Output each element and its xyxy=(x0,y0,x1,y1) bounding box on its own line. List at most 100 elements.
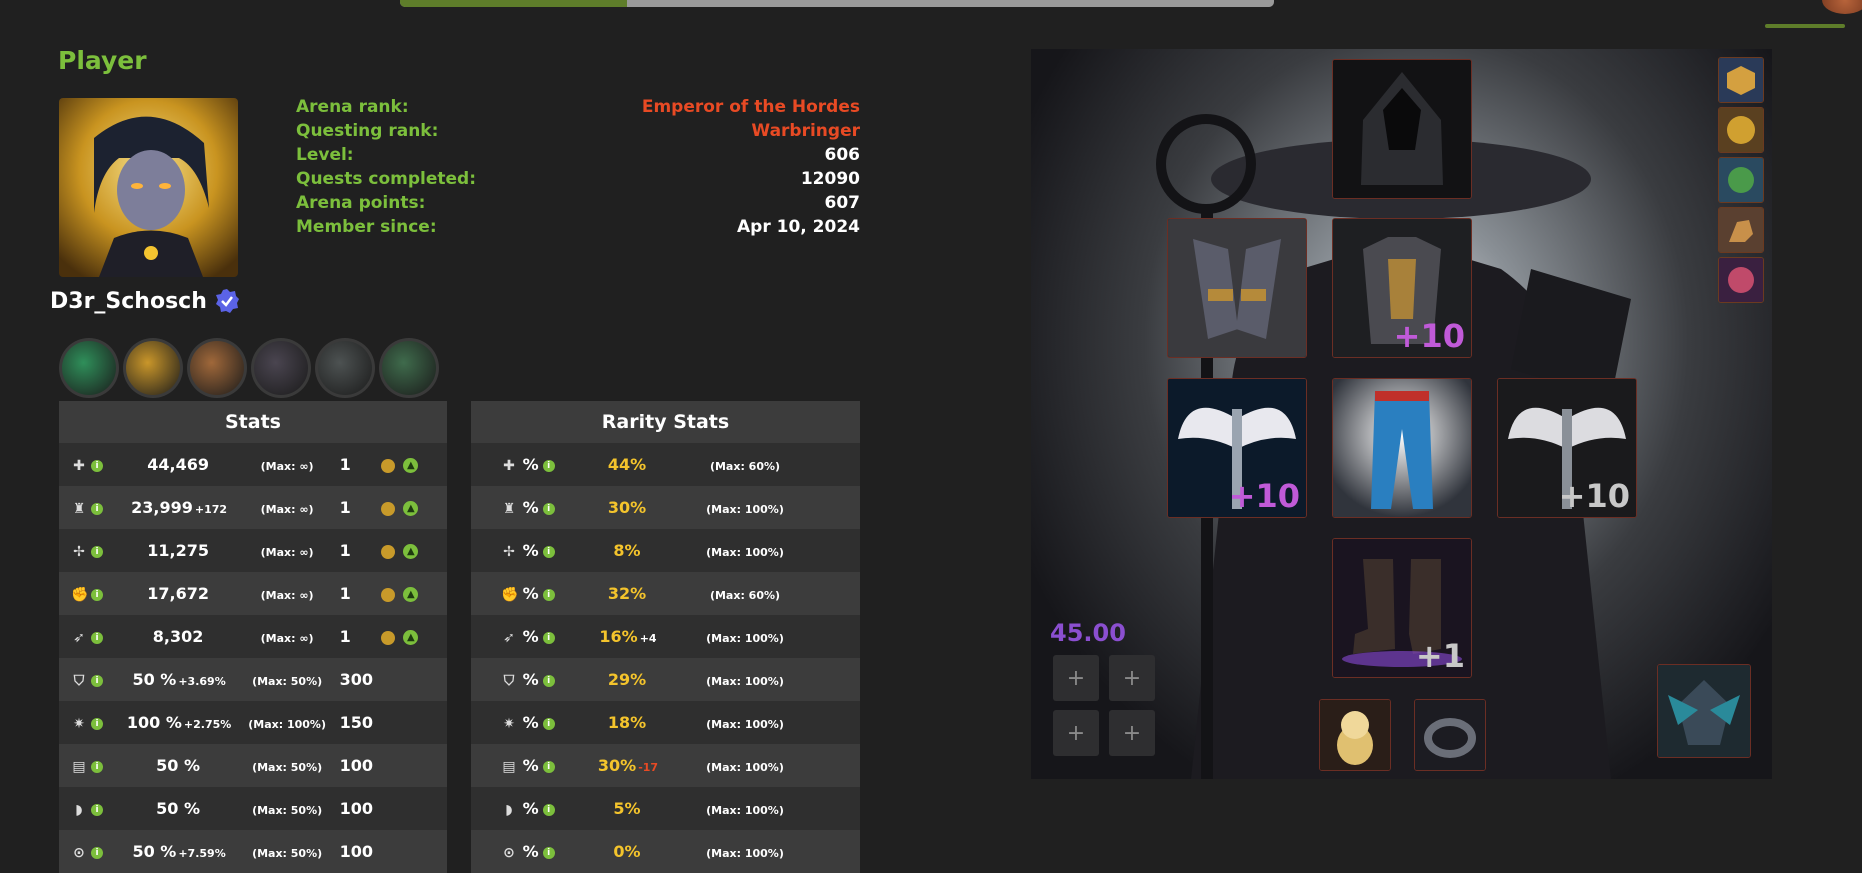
buff-slot-arm[interactable] xyxy=(1718,207,1764,253)
empty-slot-plus-button[interactable]: + xyxy=(1053,710,1099,756)
helmet-icon xyxy=(1333,60,1471,198)
buff-slot-goblin[interactable] xyxy=(1718,157,1764,203)
stat-level: 100 xyxy=(339,799,373,818)
speed-icon: ▤ xyxy=(72,759,86,775)
achievement-badge[interactable] xyxy=(251,338,311,398)
info-value: Emperor of the Hordes xyxy=(641,97,860,117)
empty-slot-plus-button[interactable]: + xyxy=(1053,655,1099,701)
info-icon[interactable]: i xyxy=(542,846,555,859)
plus-icon: + xyxy=(1066,720,1086,746)
rarity-max: (Max: 60%) xyxy=(709,460,781,473)
armor-icon: ♜ xyxy=(72,501,86,517)
achievement-badge[interactable] xyxy=(187,338,247,398)
stat-max: (Max: 50%) xyxy=(252,675,323,688)
beast-icon xyxy=(1719,258,1763,302)
rarity-value: 29% xyxy=(607,670,647,689)
info-icon[interactable]: i xyxy=(91,803,103,816)
info-icon[interactable]: i xyxy=(542,631,555,644)
info-icon[interactable]: i xyxy=(542,459,555,472)
block-icon: ⛉ xyxy=(503,673,515,689)
stats-row: ◗ i 50 % (Max: 50%) 100 xyxy=(59,787,447,830)
upgrade-arrow-icon[interactable]: ▲ xyxy=(403,630,419,645)
percent-sign: % xyxy=(522,799,539,818)
buff-slot-beast[interactable] xyxy=(1718,257,1764,303)
upgrade-arrow-icon[interactable]: ▲ xyxy=(403,587,419,602)
ring-slot[interactable] xyxy=(1414,699,1486,771)
info-icon[interactable]: i xyxy=(91,674,103,687)
info-icon[interactable]: i xyxy=(91,760,103,773)
info-icon[interactable]: i xyxy=(91,545,103,558)
rarity-max: (Max: 100%) xyxy=(706,761,784,774)
info-icon[interactable]: i xyxy=(542,717,555,730)
helmet-slot[interactable] xyxy=(1332,59,1472,199)
stats-table: Stats ✚ i 44,469 (Max: ∞) 1 ▲ ♜ i 23,999 +172 (Max… xyxy=(59,401,447,873)
info-icon[interactable]: i xyxy=(542,545,555,558)
username: D3r_Schosch xyxy=(50,288,207,314)
info-icon[interactable]: i xyxy=(91,631,103,644)
stats-row: ✚ i 44,469 (Max: ∞) 1 ▲ xyxy=(59,443,447,486)
left-weapon-slot[interactable]: +10 xyxy=(1167,378,1307,518)
info-row-level: Level: 606 xyxy=(296,145,860,169)
buff-slot-skull[interactable] xyxy=(1718,107,1764,153)
info-icon[interactable]: i xyxy=(542,502,555,515)
upgrade-arrow-icon[interactable]: ▲ xyxy=(403,544,419,559)
info-icon[interactable]: i xyxy=(542,760,555,773)
achievement-badge[interactable] xyxy=(315,338,375,398)
achievement-badge-icon xyxy=(254,341,308,395)
strength-icon: ✊ xyxy=(71,587,89,603)
boots-slot[interactable]: +1 xyxy=(1332,538,1472,678)
info-icon[interactable]: i xyxy=(91,717,103,730)
info-icon[interactable]: i xyxy=(542,588,555,601)
stats-title: Stats xyxy=(59,401,447,443)
upgrade-arrow-icon[interactable]: ▲ xyxy=(403,501,419,516)
coin-icon xyxy=(381,630,396,645)
stat-bonus: +172 xyxy=(194,503,228,516)
pants-slot[interactable] xyxy=(1332,378,1472,518)
percent-sign: % xyxy=(522,627,539,646)
stat-max: (Max: ∞) xyxy=(260,460,314,473)
stat-max: (Max: ∞) xyxy=(260,546,314,559)
stat-level: 1 xyxy=(339,627,351,646)
buff-slot-cube[interactable] xyxy=(1718,57,1764,103)
upgrade-arrow-icon[interactable]: ▲ xyxy=(403,458,419,473)
corner-avatar[interactable] xyxy=(1822,0,1862,14)
achievement-badge[interactable] xyxy=(379,338,439,398)
empty-slot-plus-button[interactable]: + xyxy=(1109,655,1155,701)
dodge-icon: ◗ xyxy=(75,802,83,818)
amulet-slot[interactable] xyxy=(1319,699,1391,771)
rarity-max: (Max: 100%) xyxy=(706,847,784,860)
rarity-max: (Max: 100%) xyxy=(706,718,784,731)
dragon-pet-icon xyxy=(1658,665,1750,757)
coin-icon xyxy=(381,587,396,602)
info-icon[interactable]: i xyxy=(542,803,555,816)
info-icon[interactable]: i xyxy=(91,588,103,601)
info-icon[interactable]: i xyxy=(91,502,103,515)
info-icon[interactable]: i xyxy=(91,459,103,472)
chest-slot[interactable]: +10 xyxy=(1332,218,1472,358)
player-info: Arena rank: Emperor of the Hordes Questin… xyxy=(296,97,860,241)
precision-icon: ⊙ xyxy=(503,845,515,861)
info-row-member-since: Member since: Apr 10, 2024 xyxy=(296,217,860,241)
boots-enhance-level: +1 xyxy=(1415,637,1465,675)
skull-coin-icon xyxy=(1719,108,1763,152)
info-icon[interactable]: i xyxy=(542,674,555,687)
rarity-stats-row: ➶ % i 16% +4 (Max: 100%) xyxy=(471,615,860,658)
stat-level: 1 xyxy=(339,498,351,517)
achievement-badge[interactable] xyxy=(123,338,183,398)
gloves-slot[interactable] xyxy=(1167,218,1307,358)
rarity-bonus: +4 xyxy=(639,632,657,645)
armor-icon: ♜ xyxy=(502,501,516,517)
right-weapon-slot[interactable]: +10 xyxy=(1497,378,1637,518)
section-title: Player xyxy=(58,46,147,75)
achievement-badge[interactable] xyxy=(59,338,119,398)
stat-level: 1 xyxy=(339,455,351,474)
pet-slot[interactable] xyxy=(1657,664,1751,758)
info-icon[interactable]: i xyxy=(91,846,103,859)
percent-sign: % xyxy=(522,541,539,560)
stats-row: ➶ i 8,302 (Max: ∞) 1 ▲ xyxy=(59,615,447,658)
info-row-arena-points: Arena points: 607 xyxy=(296,193,860,217)
percent-sign: % xyxy=(522,756,539,775)
empty-slot-plus-button[interactable]: + xyxy=(1109,710,1155,756)
stat-value: 17,672 xyxy=(147,584,209,603)
gloves-icon xyxy=(1168,219,1306,357)
